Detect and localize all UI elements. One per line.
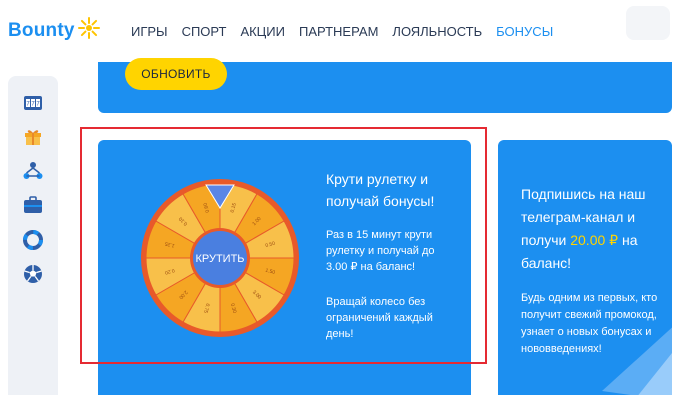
slots-icon[interactable]: 7 7 7 [22,92,44,114]
logo-text: Bounty [8,20,75,41]
logo[interactable]: Bounty [8,16,101,46]
promo-code-card: ОБНОВИТЬ [98,58,672,113]
highlight-frame [80,127,487,364]
telegram-bonus-amount: 20.00 ₽ [570,232,619,248]
telegram-description: Будь одним из первых, кто получит свежий… [521,292,658,355]
main-nav: ИГРЫ СПОРТ АКЦИИ ПАРТНЕРАМ ЛОЯЛЬНОСТЬ БО… [131,24,567,39]
nav-item-loyalty[interactable]: ЛОЯЛЬНОСТЬ [392,24,482,39]
sun-icon [77,17,100,39]
header: Bounty ИГРЫ СПОРТ АКЦИИ ПАРТНЕРАМ ЛОЯЛЬН… [0,0,680,62]
tournament-icon[interactable] [22,160,44,182]
nav-item-promotions[interactable]: АКЦИИ [240,24,285,39]
sidebar: 7 7 7 [8,76,58,395]
bonuses-page: Bounty ИГРЫ СПОРТ АКЦИИ ПАРТНЕРАМ ЛОЯЛЬН… [0,0,680,395]
nav-item-games[interactable]: ИГРЫ [131,24,168,39]
nav-item-bonuses[interactable]: БОНУСЫ [496,24,553,39]
header-action-button[interactable] [626,6,670,40]
telegram-card: Подпишись на наш телеграм-канал и получи… [498,140,672,395]
lifebuoy-icon[interactable] [22,229,44,251]
update-button[interactable]: ОБНОВИТЬ [125,58,227,90]
telegram-title: Подпишись на наш телеграм-канал и получи… [521,183,661,275]
nav-item-partners[interactable]: ПАРТНЕРАМ [299,24,378,39]
gift-icon[interactable] [22,125,44,147]
briefcase-icon[interactable] [22,194,44,216]
nav-item-sport[interactable]: СПОРТ [182,24,227,39]
soccer-ball-icon[interactable] [22,263,44,285]
